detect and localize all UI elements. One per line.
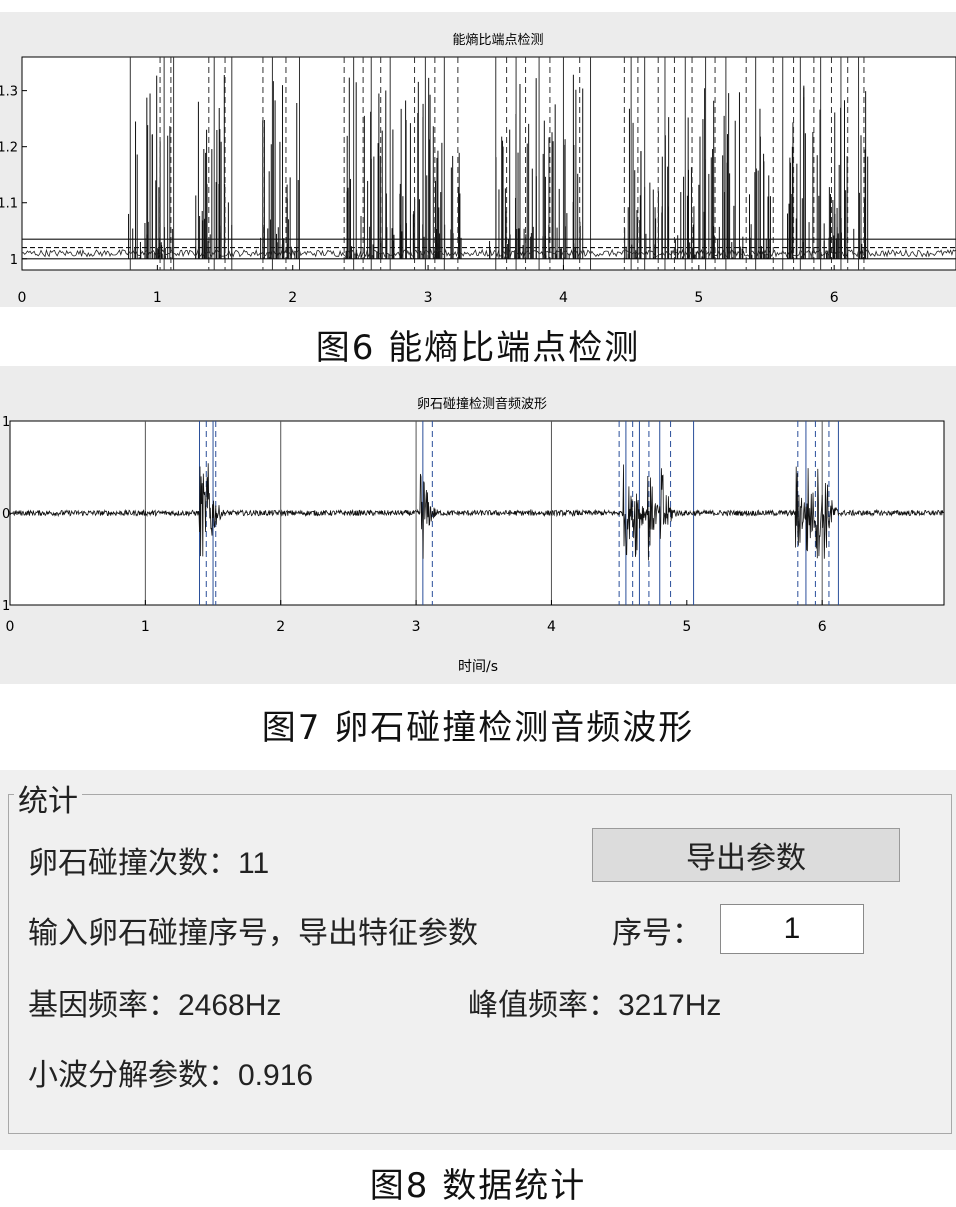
peak-frequency-value: 3217Hz [618,989,722,1022]
x-tick-label: 2 [288,290,297,306]
waveform-chart: 卵石碰撞检测音频波形 0 1 2 3 4 5 6 1 0 1 时间/s [2,396,945,675]
export-parameters-button[interactable]: 导出参数 [592,828,900,882]
x-tick-label: 0 [6,619,15,635]
wavelet-parameter-row: 小波分解参数：0.916 [28,1050,313,1094]
energy-entropy-plot-panel: 能熵比端点检测 0 1 2 3 4 5 6 1 1.1 1.2 1.3 [0,12,956,307]
x-tick-label: 3 [412,619,421,635]
figure7-caption: 图7 卵石碰撞检测音频波形 [261,708,695,748]
instruction-label: 输入卵石碰撞序号，导出特征参数 [28,916,478,951]
peak-frequency-label: 峰值频率： [468,988,618,1023]
collision-count-label: 卵石碰撞次数： [28,846,238,881]
x-tick-label: 6 [830,290,839,306]
index-label: 序号： [612,916,702,951]
y-tick-label: 1 [10,253,18,268]
chart-title: 能熵比端点检测 [452,32,543,48]
x-tick-label: 1 [153,290,162,306]
peak-frequency-row: 峰值频率：3217Hz [468,980,721,1024]
x-tick-label: 2 [276,619,285,635]
y-tick-label: 1.3 [0,85,18,100]
y-tick-label: 1.2 [0,141,18,156]
y-tick-label: 1 [2,415,10,430]
statistics-panel: 统计 卵石碰撞次数：11 导出参数 输入卵石碰撞序号，导出特征参数 序号： 1 … [0,770,956,1150]
x-tick-label: 6 [818,619,827,635]
instruction-text: 输入卵石碰撞序号，导出特征参数 [28,908,478,952]
plot-area [21,56,956,271]
x-axis-label: 时间/s [458,659,498,675]
collision-index-input[interactable]: 1 [720,904,864,954]
x-tick-label: 5 [694,290,703,306]
collision-count-row: 卵石碰撞次数：11 [28,838,269,882]
index-label-row: 序号： [612,908,702,952]
fundamental-frequency-row: 基因频率：2468Hz [28,980,281,1024]
y-tick-label: 1.1 [0,197,18,212]
x-tick-label: 3 [424,290,433,306]
x-tick-label: 5 [682,619,691,635]
chart-title: 卵石碰撞检测音频波形 [417,396,547,412]
wavelet-parameter-value: 0.916 [238,1059,314,1092]
y-tick-label: 0 [2,507,10,522]
x-tick-label: 4 [547,619,556,635]
figure6-caption: 图6 能熵比端点检测 [315,328,641,368]
waveform-plot-panel: 卵石碰撞检测音频波形 0 1 2 3 4 5 6 1 0 1 时间/s [0,366,956,684]
energy-entropy-chart: 能熵比端点检测 0 1 2 3 4 5 6 1 1.1 1.2 1.3 [0,32,956,306]
fundamental-frequency-label: 基因频率： [28,988,178,1023]
fundamental-frequency-value: 2468Hz [178,989,282,1022]
collision-count-value: 11 [238,847,270,880]
wavelet-parameter-label: 小波分解参数： [28,1058,238,1093]
x-tick-label: 0 [18,290,27,306]
y-tick-label: 1 [2,599,10,614]
x-tick-label: 1 [141,619,150,635]
figure8-caption: 图8 数据统计 [369,1166,587,1206]
x-tick-label: 4 [559,290,568,306]
statistics-groupbox-title: 统计 [14,776,82,820]
